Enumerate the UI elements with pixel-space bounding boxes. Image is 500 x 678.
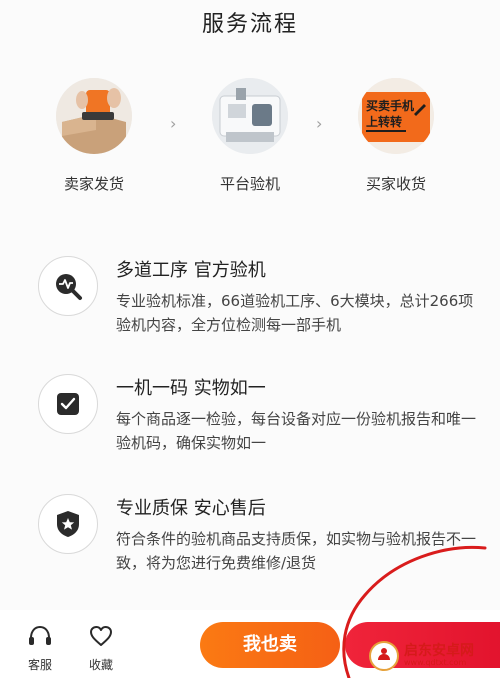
feature-title: 一机一码 实物如一 bbox=[116, 378, 266, 399]
watermark-logo-icon bbox=[369, 641, 399, 671]
shield-star-icon bbox=[38, 494, 98, 554]
chevron-right-icon: › bbox=[316, 114, 323, 133]
step-buyer-receive: 买卖手机 上转转 买家收货 bbox=[336, 78, 456, 194]
feature-description: 每个商品逐一检验，每台设备对应一份验机报告和唯一验机码，确保实物如一 bbox=[116, 410, 477, 452]
service-flow-page: 服务流程 卖家发货 › 平台验机 › 买卖手机 上转转 买家收货 多道工序 官方… bbox=[0, 0, 500, 678]
step-seller-ship: 卖家发货 bbox=[34, 78, 154, 194]
section-title: 服务流程 bbox=[201, 12, 298, 37]
feature-title: 多道工序 官方验机 bbox=[116, 260, 266, 281]
favorite-label: 收藏 bbox=[88, 658, 113, 672]
feature-description: 专业验机标准，66道验机工序、6大模块，总计266项验机内容，全方位检测每一部手… bbox=[116, 292, 474, 334]
watermark: 启东安卓网 www.qdtxt.com bbox=[360, 636, 500, 676]
watermark-url: www.qdtxt.com bbox=[404, 658, 467, 667]
step-label: 买家收货 bbox=[365, 175, 426, 193]
checkbox-icon bbox=[38, 374, 98, 434]
heart-icon bbox=[90, 626, 112, 646]
favorite-tab[interactable]: 收藏 bbox=[79, 624, 123, 673]
box-print-line1: 买卖手机 bbox=[366, 98, 414, 113]
step-label: 卖家发货 bbox=[63, 175, 124, 193]
customer-service-label: 客服 bbox=[27, 658, 52, 672]
headset-icon bbox=[29, 625, 51, 645]
watermark-name: 启东安卓网 bbox=[404, 643, 474, 659]
platform-inspect-photo bbox=[212, 78, 288, 154]
chevron-right-icon: › bbox=[170, 114, 177, 133]
step-platform-inspect: 平台验机 bbox=[190, 78, 310, 194]
seller-ship-photo bbox=[56, 78, 132, 154]
pulse-magnifier-icon bbox=[38, 256, 98, 316]
buyer-receive-photo: 买卖手机 上转转 bbox=[358, 78, 434, 154]
customer-service-tab[interactable]: 客服 bbox=[18, 624, 62, 673]
sell-too-button[interactable]: 我也卖 bbox=[200, 622, 340, 668]
box-print-line2: 上转转 bbox=[366, 114, 402, 129]
feature-title: 专业质保 安心售后 bbox=[116, 498, 266, 519]
step-label: 平台验机 bbox=[219, 175, 280, 193]
